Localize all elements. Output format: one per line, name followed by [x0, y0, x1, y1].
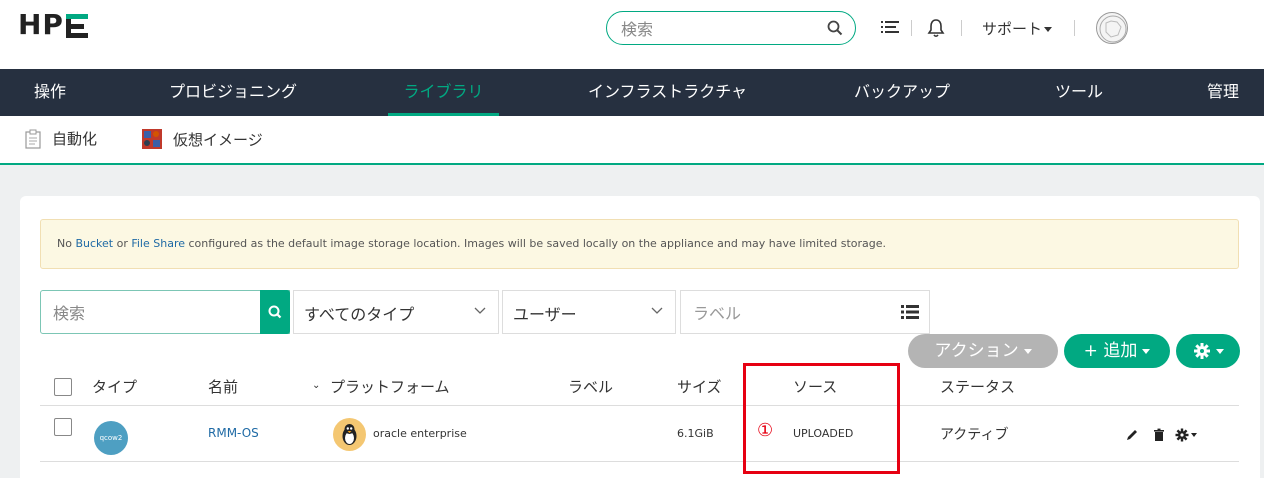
list-icon[interactable] — [880, 18, 900, 38]
alert-text: No — [57, 237, 76, 250]
image-search[interactable] — [40, 290, 290, 334]
linux-penguin-icon — [333, 418, 366, 451]
qcow2-badge-icon: qcow2 — [94, 421, 128, 455]
row-checkbox[interactable] — [54, 418, 72, 436]
alert-text: or — [113, 237, 132, 250]
platform-text: oracle enterprise — [373, 427, 467, 440]
column-labels[interactable]: ラベル — [568, 376, 613, 397]
alert-text: configured as the default image storage … — [185, 237, 887, 250]
subnav-automation-label: 自動化 — [52, 130, 98, 148]
label-filter[interactable] — [680, 290, 930, 334]
search-icon[interactable] — [827, 20, 843, 36]
nav-tools[interactable]: ツール — [1055, 69, 1103, 116]
global-search[interactable] — [606, 11, 856, 45]
nav-operations[interactable]: 操作 — [34, 69, 66, 116]
column-status[interactable]: ステータス — [940, 376, 1015, 397]
bell-icon[interactable] — [926, 18, 946, 38]
image-search-input[interactable] — [53, 301, 253, 325]
chevron-down-icon — [651, 307, 663, 314]
storage-warning-alert: No Bucket or File Share configured as th… — [40, 219, 1239, 269]
table-header: タイプ 名前 ⌄ プラットフォーム ラベル サイズ ソース ステータス — [40, 352, 1239, 406]
user-avatar-icon — [1099, 15, 1127, 43]
subnav-automation[interactable]: 自動化 — [24, 128, 97, 149]
nav-backup[interactable]: バックアップ — [854, 69, 950, 116]
status-text: アクティブ — [940, 427, 1009, 443]
column-type[interactable]: タイプ — [92, 376, 137, 397]
subnav-virtual-images[interactable]: 仮想イメージ — [141, 128, 263, 150]
type-filter-value: すべてのタイプ — [304, 305, 415, 324]
chevron-down-icon — [1044, 27, 1053, 32]
top-header: HP サポート — [0, 0, 1264, 69]
chevron-down-icon — [474, 307, 486, 314]
main-navigation: 操作 プロビジョニング ライブラリ インフラストラクチャ バックアップ ツール … — [0, 69, 1264, 116]
virtual-image-icon — [142, 129, 162, 149]
subnav-virtual-images-label: 仮想イメージ — [173, 130, 263, 149]
avatar[interactable] — [1096, 12, 1128, 44]
support-menu[interactable]: サポート — [982, 18, 1053, 39]
image-name-link[interactable]: RMM-OS — [208, 426, 259, 440]
nav-infrastructure[interactable]: インフラストラクチャ — [588, 69, 747, 116]
support-label: サポート — [982, 20, 1043, 38]
column-platform[interactable]: プラットフォーム — [330, 376, 450, 397]
column-size[interactable]: サイズ — [677, 376, 722, 397]
edit-pencil-icon[interactable] — [1125, 428, 1139, 442]
list-icon[interactable] — [901, 304, 919, 320]
source-column-highlight — [743, 363, 900, 474]
column-name[interactable]: 名前 — [208, 376, 238, 397]
size-text: 6.1GiB — [677, 427, 714, 440]
user-filter-value: ユーザー — [513, 305, 577, 324]
image-search-button[interactable] — [260, 290, 290, 334]
nav-provisioning[interactable]: プロビジョニング — [169, 69, 297, 116]
sub-navigation: 自動化 仮想イメージ — [0, 116, 1264, 165]
user-filter-select[interactable]: ユーザー — [502, 290, 676, 334]
type-filter-select[interactable]: すべてのタイプ — [293, 290, 499, 334]
content-card: No Bucket or File Share configured as th… — [20, 196, 1260, 478]
label-filter-input[interactable] — [693, 301, 883, 325]
clipboard-icon — [25, 129, 41, 149]
search-icon — [268, 305, 282, 319]
header-separator — [911, 20, 912, 36]
annotation-marker: ① — [757, 420, 774, 441]
hpe-logo[interactable]: HP — [18, 8, 88, 41]
header-separator — [1074, 20, 1075, 36]
header-separator — [961, 20, 962, 36]
trash-icon[interactable] — [1152, 428, 1166, 442]
nav-library[interactable]: ライブラリ — [388, 69, 499, 116]
select-all-checkbox[interactable] — [54, 378, 72, 396]
file-share-link[interactable]: File Share — [131, 237, 185, 250]
logo-e-mark — [65, 14, 88, 38]
sort-chevron-icon: ⌄ — [312, 380, 321, 391]
logo-text: HP — [18, 8, 64, 41]
bucket-link[interactable]: Bucket — [75, 237, 113, 250]
global-search-input[interactable] — [621, 18, 821, 40]
nav-administration[interactable]: 管理 — [1207, 69, 1239, 116]
table-row[interactable]: qcow2 RMM-OS oracle enterprise 6.1GiB UP… — [40, 406, 1239, 462]
caret-down-icon[interactable] — [1191, 433, 1197, 437]
gear-icon[interactable] — [1175, 428, 1189, 442]
